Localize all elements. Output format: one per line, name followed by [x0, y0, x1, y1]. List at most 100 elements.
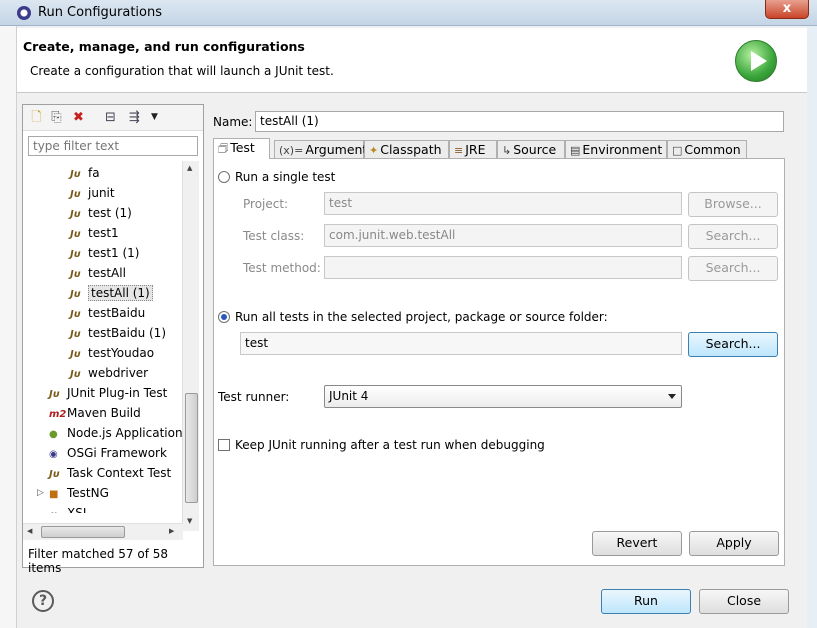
revert-button[interactable]: Revert — [592, 531, 682, 556]
tree-item-label: webdriver — [88, 366, 149, 380]
tree-item[interactable]: Jᴜ testBaidu — [70, 303, 145, 323]
method-search-button: Search... — [688, 256, 778, 281]
configuration-toolbar: 🗋 ⎘ ✖ ⊟ ⇶ ▼ — [23, 105, 203, 131]
tree-item[interactable]: Jᴜ testBaidu (1) — [70, 323, 166, 343]
scrollbar-thumb[interactable] — [185, 393, 198, 503]
source-icon: ↳ — [502, 144, 512, 157]
duplicate-icon[interactable]: ⎘ — [49, 110, 64, 125]
window-close-button[interactable]: x — [765, 0, 809, 19]
all-tests-radio[interactable] — [218, 311, 230, 323]
view-menu-chevron-down-icon[interactable]: ▼ — [147, 110, 162, 125]
tab-common[interactable]: □ Common — [667, 140, 747, 159]
expand-arrow-icon[interactable]: ▷ — [37, 483, 44, 503]
filter-input[interactable] — [28, 136, 198, 156]
tree-item[interactable]: Jᴜ JUnit Plug-in Test — [49, 383, 167, 403]
tree-vertical-scrollbar[interactable]: ▲ ▼ — [182, 161, 199, 531]
xsl-icon: ⤳ — [49, 505, 67, 513]
tab-source[interactable]: ↳ Source — [497, 140, 565, 159]
test-class-label: Test class: — [243, 229, 305, 243]
scroll-right-icon[interactable]: ▶ — [169, 527, 174, 535]
keep-running-option[interactable]: Keep JUnit running after a test run when… — [218, 438, 545, 452]
tree-item[interactable]: ▷ ■ TestNG — [37, 483, 109, 503]
tree-item-label: fa — [88, 166, 100, 180]
junit-icon: Jᴜ — [70, 309, 81, 320]
hscrollbar-thumb[interactable] — [41, 526, 125, 538]
tree-item[interactable]: Jᴜ junit — [70, 183, 115, 203]
configuration-list-pane: 🗋 ⎘ ✖ ⊟ ⇶ ▼ JᴜfaJᴜjunitJᴜtest (1)Jᴜtest1… — [22, 104, 204, 575]
banner-heading: Create, manage, and run configurations — [23, 39, 305, 54]
tree-item[interactable]: Jᴜ testYoudao — [70, 343, 154, 363]
tree-horizontal-scrollbar[interactable]: ◀ ▶ — [23, 523, 183, 540]
scroll-up-icon[interactable]: ▲ — [187, 164, 192, 172]
test-runner-select[interactable]: JUnit 4 — [324, 385, 682, 408]
junit-icon: Jᴜ — [70, 289, 81, 300]
junit-icon: Jᴜ — [70, 229, 81, 240]
tree-item-label: TestNG — [67, 486, 109, 500]
tree-item[interactable]: Jᴜ test1 (1) — [70, 243, 140, 263]
tree-item[interactable]: Jᴜ testAll — [70, 263, 126, 283]
scroll-down-icon[interactable]: ▼ — [187, 517, 192, 525]
junit-icon: Jᴜ — [70, 249, 81, 260]
tab-test[interactable]: 🗇 Test — [213, 138, 270, 159]
tree-item-label: Task Context Test — [67, 466, 172, 480]
tree-item[interactable]: ⤳XSL — [49, 503, 90, 513]
tree-item[interactable]: ◉ OSGi Framework — [49, 443, 167, 463]
junit-icon: Jᴜ — [70, 329, 81, 340]
single-test-radio[interactable] — [218, 171, 230, 183]
delete-icon[interactable]: ✖ — [71, 110, 86, 125]
common-icon: □ — [672, 144, 683, 157]
filter-status: Filter matched 57 of 58 items — [28, 547, 169, 575]
tree-item-label: Node.js Application — [67, 426, 183, 440]
help-icon[interactable]: ? — [32, 590, 54, 612]
tab-arguments[interactable]: (x)= Arguments — [274, 140, 374, 159]
banner-description: Create a configuration that will launch … — [30, 64, 334, 78]
tab-environment[interactable]: ▤ Environment — [565, 140, 667, 159]
junit-icon: Jᴜ — [70, 269, 81, 280]
tree-item[interactable]: m2Maven Build — [49, 403, 141, 423]
close-button[interactable]: Close — [699, 589, 789, 614]
collapse-all-icon[interactable]: ⊟ — [103, 110, 118, 125]
keep-running-checkbox[interactable] — [218, 439, 230, 451]
scroll-left-icon[interactable]: ◀ — [27, 527, 32, 535]
junit-icon: Jᴜ — [70, 349, 81, 360]
junit-plugin-icon: Jᴜ — [49, 389, 60, 400]
tree-item[interactable]: ● Node.js Application — [49, 423, 183, 443]
project-label: Project: — [243, 197, 289, 211]
test-method-field — [324, 256, 682, 279]
junit-icon: Jᴜ — [70, 189, 81, 200]
apply-button[interactable]: Apply — [689, 531, 779, 556]
filter-icon[interactable]: ⇶ — [127, 110, 142, 125]
name-input[interactable]: testAll (1) — [255, 111, 784, 132]
run-button[interactable]: Run — [601, 589, 691, 614]
tree-item-label: OSGi Framework — [67, 446, 167, 460]
junit-icon: Jᴜ — [70, 169, 81, 180]
test-tab-icon: 🗇 — [218, 142, 229, 155]
name-label: Name: — [213, 115, 253, 129]
test-class-field: com.junit.web.testAll — [324, 224, 682, 247]
maven-icon: m2 — [49, 409, 67, 420]
new-configuration-icon[interactable]: 🗋 — [29, 110, 44, 125]
all-tests-option[interactable]: Run all tests in the selected project, p… — [218, 310, 608, 324]
single-test-option[interactable]: Run a single test — [218, 170, 335, 184]
tree-item-label: test1 — [88, 226, 119, 240]
tree-item[interactable]: Jᴜ Task Context Test — [49, 463, 171, 483]
container-search-button[interactable]: Search... — [688, 332, 778, 357]
tab-jre[interactable]: ≡ JRE — [449, 140, 497, 159]
tree-item-label: junit — [88, 186, 115, 200]
tree-item-label: testAll (1) — [88, 285, 153, 301]
tree-item-label: test (1) — [88, 206, 132, 220]
project-field: test — [324, 192, 682, 215]
tree-item-label: XSL — [67, 506, 90, 513]
tree-item-label: test1 (1) — [88, 246, 140, 260]
tree-item[interactable]: Jᴜ testAll (1) — [70, 283, 153, 303]
tree-item[interactable]: Jᴜ webdriver — [70, 363, 148, 383]
tree-item[interactable]: Jᴜ test1 — [70, 223, 119, 243]
testng-icon: ■ — [49, 489, 59, 500]
tree-item[interactable]: Jᴜ fa — [70, 163, 100, 183]
tab-classpath[interactable]: ✦ Classpath — [364, 140, 449, 159]
tree-item[interactable]: Jᴜ test (1) — [70, 203, 132, 223]
tree-item-label: testAll — [88, 266, 126, 280]
classpath-icon: ✦ — [369, 144, 379, 157]
configuration-tree: Jᴜ fa Jᴜ junit Jᴜ test (1) Jᴜ test1 Jᴜ test1 (1) J… — [23, 161, 183, 513]
test-method-label: Test method: — [243, 261, 321, 275]
